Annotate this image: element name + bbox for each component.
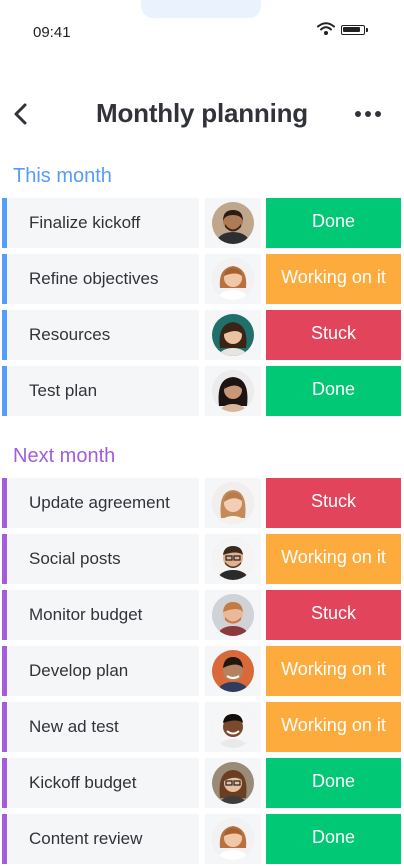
avatar bbox=[212, 314, 254, 356]
status-label[interactable]: Done bbox=[266, 814, 401, 864]
table-row[interactable]: Kickoff budget Done bbox=[2, 758, 404, 808]
item-name-cell[interactable]: Content review bbox=[7, 814, 199, 864]
item-name-cell[interactable]: Update agreement bbox=[7, 478, 199, 528]
person-cell[interactable] bbox=[205, 198, 261, 248]
person-cell[interactable] bbox=[205, 254, 261, 304]
status-label[interactable]: Done bbox=[266, 198, 401, 248]
item-name: Develop plan bbox=[29, 661, 129, 680]
status-time: 09:41 bbox=[33, 24, 71, 41]
avatar bbox=[212, 762, 254, 804]
table-row[interactable]: Update agreement Stuck bbox=[2, 478, 404, 528]
avatar bbox=[212, 370, 254, 412]
table-row[interactable]: Test plan Done bbox=[2, 366, 404, 416]
avatar bbox=[212, 594, 254, 636]
wifi-icon bbox=[317, 22, 335, 41]
avatar bbox=[212, 650, 254, 692]
item-name-cell[interactable]: Kickoff budget bbox=[7, 758, 199, 808]
table-row[interactable]: Refine objectives Working on it bbox=[2, 254, 404, 304]
person-cell[interactable] bbox=[205, 366, 261, 416]
status-label[interactable]: Done bbox=[266, 758, 401, 808]
item-name: Test plan bbox=[29, 381, 98, 400]
person-cell[interactable] bbox=[205, 758, 261, 808]
item-name: Refine objectives bbox=[29, 269, 159, 288]
item-name: Content review bbox=[29, 829, 143, 848]
item-name-cell[interactable]: New ad test bbox=[7, 702, 199, 752]
table-row[interactable]: Finalize kickoff Done bbox=[2, 198, 404, 248]
item-name: Update agreement bbox=[29, 493, 170, 512]
more-options-icon[interactable] bbox=[350, 102, 386, 126]
person-cell[interactable] bbox=[205, 534, 261, 584]
group-title-next-month[interactable]: Next month bbox=[13, 445, 115, 468]
battery-icon bbox=[341, 25, 368, 35]
avatar bbox=[212, 538, 254, 580]
item-name-cell[interactable]: Test plan bbox=[7, 366, 199, 416]
group-title-this-month[interactable]: This month bbox=[13, 165, 112, 188]
status-bar: 09:41 bbox=[0, 0, 404, 50]
status-label[interactable]: Working on it bbox=[266, 702, 401, 752]
status-label[interactable]: Stuck bbox=[266, 478, 401, 528]
status-label[interactable]: Stuck bbox=[266, 310, 401, 360]
table-row[interactable]: Content review Done bbox=[2, 814, 404, 864]
person-cell[interactable] bbox=[205, 590, 261, 640]
item-name-cell[interactable]: Resources bbox=[7, 310, 199, 360]
item-name: Resources bbox=[29, 325, 111, 344]
item-name: New ad test bbox=[29, 717, 119, 736]
avatar bbox=[212, 258, 254, 300]
table-row[interactable]: Resources Stuck bbox=[2, 310, 404, 360]
status-label[interactable]: Working on it bbox=[266, 534, 401, 584]
status-label[interactable]: Stuck bbox=[266, 590, 401, 640]
item-name-cell[interactable]: Develop plan bbox=[7, 646, 199, 696]
item-name-cell[interactable]: Monitor budget bbox=[7, 590, 199, 640]
avatar bbox=[212, 706, 254, 748]
status-label[interactable]: Working on it bbox=[266, 646, 401, 696]
header: Monthly planning bbox=[0, 90, 404, 140]
avatar bbox=[212, 482, 254, 524]
person-cell[interactable] bbox=[205, 814, 261, 864]
table-row[interactable]: Develop plan Working on it bbox=[2, 646, 404, 696]
item-name: Monitor budget bbox=[29, 605, 143, 624]
avatar bbox=[212, 818, 254, 860]
person-cell[interactable] bbox=[205, 310, 261, 360]
item-name: Kickoff budget bbox=[29, 773, 137, 792]
item-name: Finalize kickoff bbox=[29, 213, 141, 232]
avatar bbox=[212, 202, 254, 244]
person-cell[interactable] bbox=[205, 702, 261, 752]
person-cell[interactable] bbox=[205, 646, 261, 696]
person-cell[interactable] bbox=[205, 478, 261, 528]
table-row[interactable]: Social posts Working on it bbox=[2, 534, 404, 584]
table-row[interactable]: New ad test Working on it bbox=[2, 702, 404, 752]
item-name-cell[interactable]: Refine objectives bbox=[7, 254, 199, 304]
status-label[interactable]: Working on it bbox=[266, 254, 401, 304]
status-label[interactable]: Done bbox=[266, 366, 401, 416]
table-row[interactable]: Monitor budget Stuck bbox=[2, 590, 404, 640]
page-title: Monthly planning bbox=[96, 98, 308, 128]
item-name-cell[interactable]: Social posts bbox=[7, 534, 199, 584]
item-name: Social posts bbox=[29, 549, 121, 568]
item-name-cell[interactable]: Finalize kickoff bbox=[7, 198, 199, 248]
